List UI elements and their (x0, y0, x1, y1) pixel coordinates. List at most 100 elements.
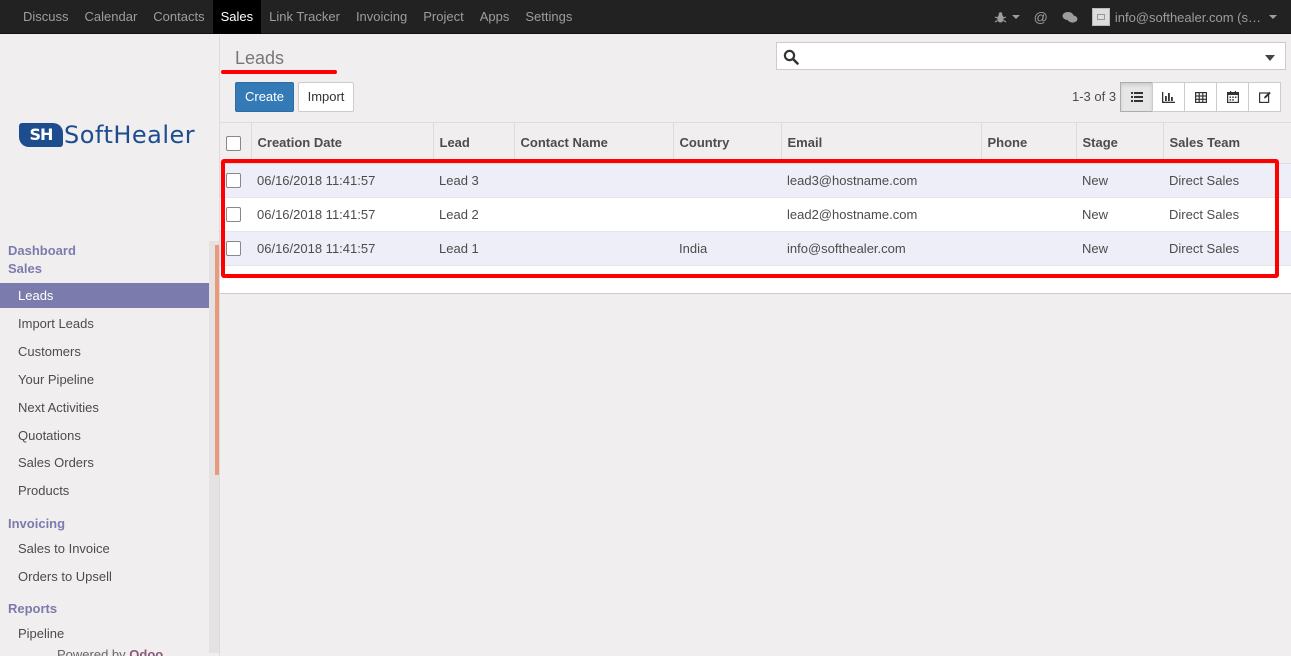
sidebar-item-orders-to-upsell[interactable]: Orders to Upsell (0, 564, 209, 589)
sidebar-item-next-activities[interactable]: Next Activities (0, 395, 209, 420)
sidebar-item-leads[interactable]: Leads (0, 283, 209, 308)
chevron-down-icon (1269, 15, 1277, 19)
create-button[interactable]: Create (235, 82, 294, 112)
menu-link-tracker[interactable]: Link Tracker (261, 0, 348, 34)
cell-contact-name[interactable] (514, 197, 673, 232)
column-header-phone[interactable]: Phone (980, 123, 1076, 164)
cell-creation-date[interactable]: 06/16/2018 11:41:57 (251, 163, 433, 198)
menu-sales[interactable]: Sales (212, 0, 262, 34)
search-input[interactable] (776, 42, 1286, 70)
user-menu[interactable]: info@softhealer.com (s… (1091, 0, 1277, 34)
cell-phone[interactable] (981, 197, 1076, 232)
cell-stage[interactable]: New (1076, 163, 1163, 198)
column-header-sales-team[interactable]: Sales Team (1162, 123, 1291, 164)
table-row[interactable]: 06/16/2018 11:41:57 Lead 3 lead3@hostnam… (220, 163, 1291, 198)
column-header-creation-date[interactable]: Creation Date (250, 123, 433, 164)
sidebar-section-reports[interactable]: Reports (8, 601, 57, 616)
menu-invoicing[interactable]: Invoicing (348, 0, 415, 34)
cell-country[interactable] (673, 163, 781, 198)
activity-view-button[interactable] (1248, 82, 1281, 112)
sidebar-item-products[interactable]: Products (0, 478, 209, 503)
column-header-email[interactable]: Email (780, 123, 981, 164)
at-icon[interactable]: @ (1034, 0, 1048, 34)
cell-sales-team[interactable]: Direct Sales (1163, 197, 1291, 232)
sidebar: SH SoftHealer Dashboard Sales Leads Impo… (0, 35, 220, 656)
leads-table: Creation Date Lead Contact Name Country … (220, 122, 1291, 294)
list-icon (1130, 92, 1143, 102)
chevron-down-icon (1011, 15, 1020, 19)
menu-project[interactable]: Project (415, 0, 471, 34)
cell-stage[interactable]: New (1076, 231, 1163, 266)
table-row[interactable]: 06/16/2018 11:41:57 Lead 2 lead2@hostnam… (220, 197, 1291, 232)
import-button[interactable]: Import (298, 82, 354, 112)
cell-contact-name[interactable] (514, 163, 673, 198)
sidebar-section-dashboard[interactable]: Dashboard (8, 243, 76, 258)
list-view-button[interactable] (1120, 82, 1153, 112)
cell-stage[interactable]: New (1076, 197, 1163, 232)
sidebar-item-quotations[interactable]: Quotations (0, 423, 209, 448)
sidebar-section-sales[interactable]: Sales (8, 261, 42, 276)
cell-lead[interactable]: Lead 3 (433, 163, 514, 198)
debug-menu[interactable] (994, 0, 1020, 34)
sidebar-item-import-leads[interactable]: Import Leads (0, 311, 209, 336)
cell-lead[interactable]: Lead 2 (433, 197, 514, 232)
sidebar-item-customers[interactable]: Customers (0, 339, 209, 364)
logo-text: SoftHealer (64, 121, 196, 149)
sidebar-item-pipeline[interactable]: Pipeline (0, 621, 209, 646)
row-checkbox[interactable] (226, 241, 241, 257)
cell-lead[interactable]: Lead 1 (433, 231, 514, 266)
cell-country[interactable]: India (673, 231, 781, 266)
menu-calendar[interactable]: Calendar (77, 0, 146, 34)
bug-icon (994, 11, 1006, 23)
sidebar-item-your-pipeline[interactable]: Your Pipeline (0, 367, 209, 392)
cell-phone[interactable] (981, 231, 1076, 266)
column-header-lead[interactable]: Lead (432, 123, 514, 164)
chat-icon[interactable] (1062, 0, 1078, 34)
column-header-contact-name[interactable]: Contact Name (513, 123, 673, 164)
search-options-toggle[interactable] (1265, 55, 1275, 61)
graph-view-button[interactable] (1152, 82, 1185, 112)
sidebar-scrollbar-thumb[interactable] (215, 245, 219, 475)
cell-email[interactable]: info@softhealer.com (781, 231, 981, 266)
cell-country[interactable] (673, 197, 781, 232)
bar-chart-icon (1162, 91, 1175, 103)
cell-creation-date[interactable]: 06/16/2018 11:41:57 (251, 197, 433, 232)
list-view: Creation Date Lead Contact Name Country … (220, 122, 1291, 656)
pager-value[interactable]: 1-3 of 3 (1072, 89, 1116, 104)
cell-sales-team[interactable]: Direct Sales (1163, 231, 1291, 266)
menu-apps[interactable]: Apps (472, 0, 518, 34)
calendar-view-button[interactable] (1216, 82, 1249, 112)
select-all-cell (220, 123, 251, 164)
column-header-stage[interactable]: Stage (1075, 123, 1163, 164)
column-header-country[interactable]: Country (672, 123, 781, 164)
sidebar-item-sales-orders[interactable]: Sales Orders (0, 450, 209, 475)
menu-settings[interactable]: Settings (517, 0, 580, 34)
pivot-view-button[interactable] (1184, 82, 1217, 112)
cell-creation-date[interactable]: 06/16/2018 11:41:57 (251, 231, 433, 266)
menu-contacts[interactable]: Contacts (145, 0, 212, 34)
row-select-cell (220, 163, 251, 198)
powered-brand-link[interactable]: Odoo (129, 647, 163, 656)
powered-prefix: Powered by (57, 647, 126, 656)
company-logo: SH SoftHealer (19, 121, 195, 149)
annotation-underline (221, 70, 337, 74)
row-checkbox[interactable] (226, 207, 241, 223)
top-navbar: Discuss Calendar Contacts Sales Link Tra… (0, 0, 1291, 34)
table-icon (1194, 91, 1207, 103)
app-menu: Discuss Calendar Contacts Sales Link Tra… (15, 0, 580, 34)
row-checkbox[interactable] (226, 173, 241, 189)
cell-contact-name[interactable] (514, 231, 673, 266)
page-title[interactable]: Leads (235, 48, 284, 69)
menu-discuss[interactable]: Discuss (15, 0, 77, 34)
table-header: Creation Date Lead Contact Name Country … (220, 123, 1291, 164)
cell-phone[interactable] (981, 163, 1076, 198)
row-select-cell (220, 231, 251, 266)
select-all-checkbox[interactable] (226, 135, 241, 151)
table-row[interactable]: 06/16/2018 11:41:57 Lead 1 India info@so… (220, 231, 1291, 266)
cell-email[interactable]: lead3@hostname.com (781, 163, 981, 198)
avatar (1091, 8, 1110, 26)
sidebar-item-sales-to-invoice[interactable]: Sales to Invoice (0, 536, 209, 561)
cell-sales-team[interactable]: Direct Sales (1163, 163, 1291, 198)
cell-email[interactable]: lead2@hostname.com (781, 197, 981, 232)
sidebar-section-invoicing[interactable]: Invoicing (8, 516, 65, 531)
